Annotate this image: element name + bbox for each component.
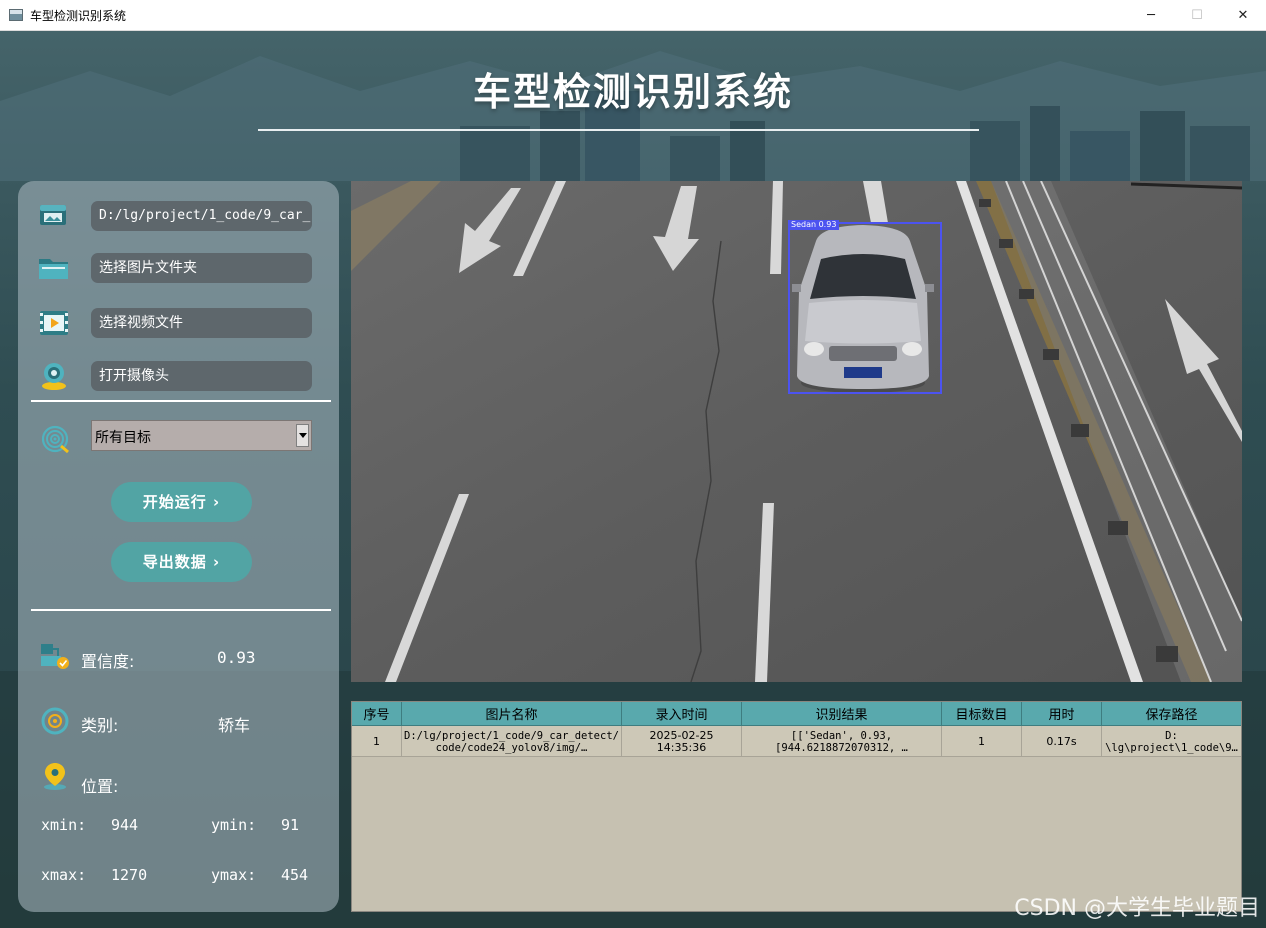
select-video-button[interactable]: 选择视频文件 xyxy=(91,308,312,338)
cell-index: 1 xyxy=(352,726,402,757)
ymin-value: 91 xyxy=(281,816,300,834)
table-header: 序号 图片名称 录入时间 识别结果 目标数目 用时 保存路径 xyxy=(352,702,1241,726)
cell-entry-time: 2025-02-25 14:35:36 xyxy=(622,726,742,757)
select-folder-button[interactable]: 选择图片文件夹 xyxy=(91,253,312,283)
sedan-car xyxy=(792,225,934,393)
open-camera-button[interactable]: 打开摄像头 xyxy=(91,361,312,391)
xmin-value: 944 xyxy=(111,816,139,834)
file-path-field[interactable]: D:/lg/project/1_code/9_car_ xyxy=(91,201,312,231)
cell-result-line1: [['Sedan', 0.93, xyxy=(790,729,893,742)
window-controls: ─ ☐ ✕ xyxy=(1128,0,1266,31)
table-row[interactable]: 1 D:/lg/project/1_code/9_car_detect/ cod… xyxy=(352,726,1241,757)
xmax-value: 1270 xyxy=(111,866,148,884)
start-button[interactable]: 开始运行 › xyxy=(111,482,252,522)
detection-label: Sedan 0.93 xyxy=(788,220,840,230)
window-titlebar: 车型检测识别系统 ─ ☐ ✕ xyxy=(0,0,1266,31)
cell-image-name-line2: code/code24_yolov8/img/… xyxy=(435,741,588,754)
ymax-value: 454 xyxy=(281,866,309,884)
results-table[interactable]: 序号 图片名称 录入时间 识别结果 目标数目 用时 保存路径 1 D:/lg/p… xyxy=(351,701,1242,912)
cell-time-line2: 14:35:36 xyxy=(656,740,707,754)
column-header-image-name[interactable]: 图片名称 xyxy=(402,702,622,726)
cell-save-line2: \lg\project\1_code\9… xyxy=(1105,741,1238,754)
image-file-icon xyxy=(40,205,66,225)
control-panel: D:/lg/project/1_code/9_car_ 选择图片文件夹 选择视频… xyxy=(18,181,339,912)
confidence-icon xyxy=(41,644,69,669)
cell-image-name: D:/lg/project/1_code/9_car_detect/ code/… xyxy=(402,726,622,757)
webcam-icon xyxy=(42,363,66,390)
video-icon xyxy=(40,311,68,335)
target-icon xyxy=(41,425,69,454)
class-value: 轿车 xyxy=(218,716,251,735)
window-title: 车型检测识别系统 xyxy=(30,8,127,23)
app-title: 车型检测识别系统 xyxy=(472,70,793,114)
cell-save-path: D: \lg\project\1_code\9… xyxy=(1102,726,1241,757)
class-icon xyxy=(41,707,69,735)
column-header-save-path[interactable]: 保存路径 xyxy=(1102,702,1241,726)
folder-icon xyxy=(39,259,68,279)
target-select-value: 所有目标 xyxy=(95,430,151,446)
confidence-value: 0.93 xyxy=(217,648,256,667)
xmin-label: xmin: xyxy=(41,816,87,834)
panel-divider-bottom xyxy=(31,609,331,611)
class-label: 类别: xyxy=(81,716,119,735)
ymax-label: ymax: xyxy=(211,866,257,884)
column-header-index[interactable]: 序号 xyxy=(352,702,402,726)
column-header-duration[interactable]: 用时 xyxy=(1022,702,1102,726)
minimize-button[interactable]: ─ xyxy=(1128,0,1174,31)
column-header-entry-time[interactable]: 录入时间 xyxy=(622,702,742,726)
position-label: 位置: xyxy=(81,777,119,796)
cell-time-line1: 2025-02-25 xyxy=(649,728,714,742)
road-image xyxy=(351,181,1242,682)
panel-divider-top xyxy=(31,400,331,402)
cell-count: 1 xyxy=(942,726,1022,757)
title-divider xyxy=(258,129,979,131)
app-icon xyxy=(9,9,23,21)
ymin-label: ymin: xyxy=(211,816,257,834)
detection-image-view: Sedan 0.93 xyxy=(351,181,1242,682)
column-header-result[interactable]: 识别结果 xyxy=(742,702,942,726)
chevron-down-icon[interactable] xyxy=(296,424,309,447)
target-select-dropdown[interactable]: 所有目标 xyxy=(91,420,312,451)
cell-image-name-line1: D:/lg/project/1_code/9_car_detect/ xyxy=(404,729,619,742)
location-pin-icon xyxy=(44,763,66,790)
confidence-label: 置信度: xyxy=(81,652,135,671)
cell-save-line1: D: xyxy=(1165,729,1178,742)
maximize-button[interactable]: ☐ xyxy=(1174,0,1220,31)
close-button[interactable]: ✕ xyxy=(1220,0,1266,31)
app-client-area: 车型检测识别系统 D:/lg/project/1_code/9_car_ 选择图… xyxy=(0,31,1266,928)
export-data-button[interactable]: 导出数据 › xyxy=(111,542,252,582)
cell-result: [['Sedan', 0.93, [944.6218872070312, … xyxy=(742,726,942,757)
column-header-count[interactable]: 目标数目 xyxy=(942,702,1022,726)
xmax-label: xmax: xyxy=(41,866,87,884)
watermark: CSDN @大学生毕业题目 xyxy=(1014,896,1260,921)
cell-result-line2: [944.6218872070312, … xyxy=(775,741,908,754)
cell-duration: 0.17s xyxy=(1022,726,1102,757)
